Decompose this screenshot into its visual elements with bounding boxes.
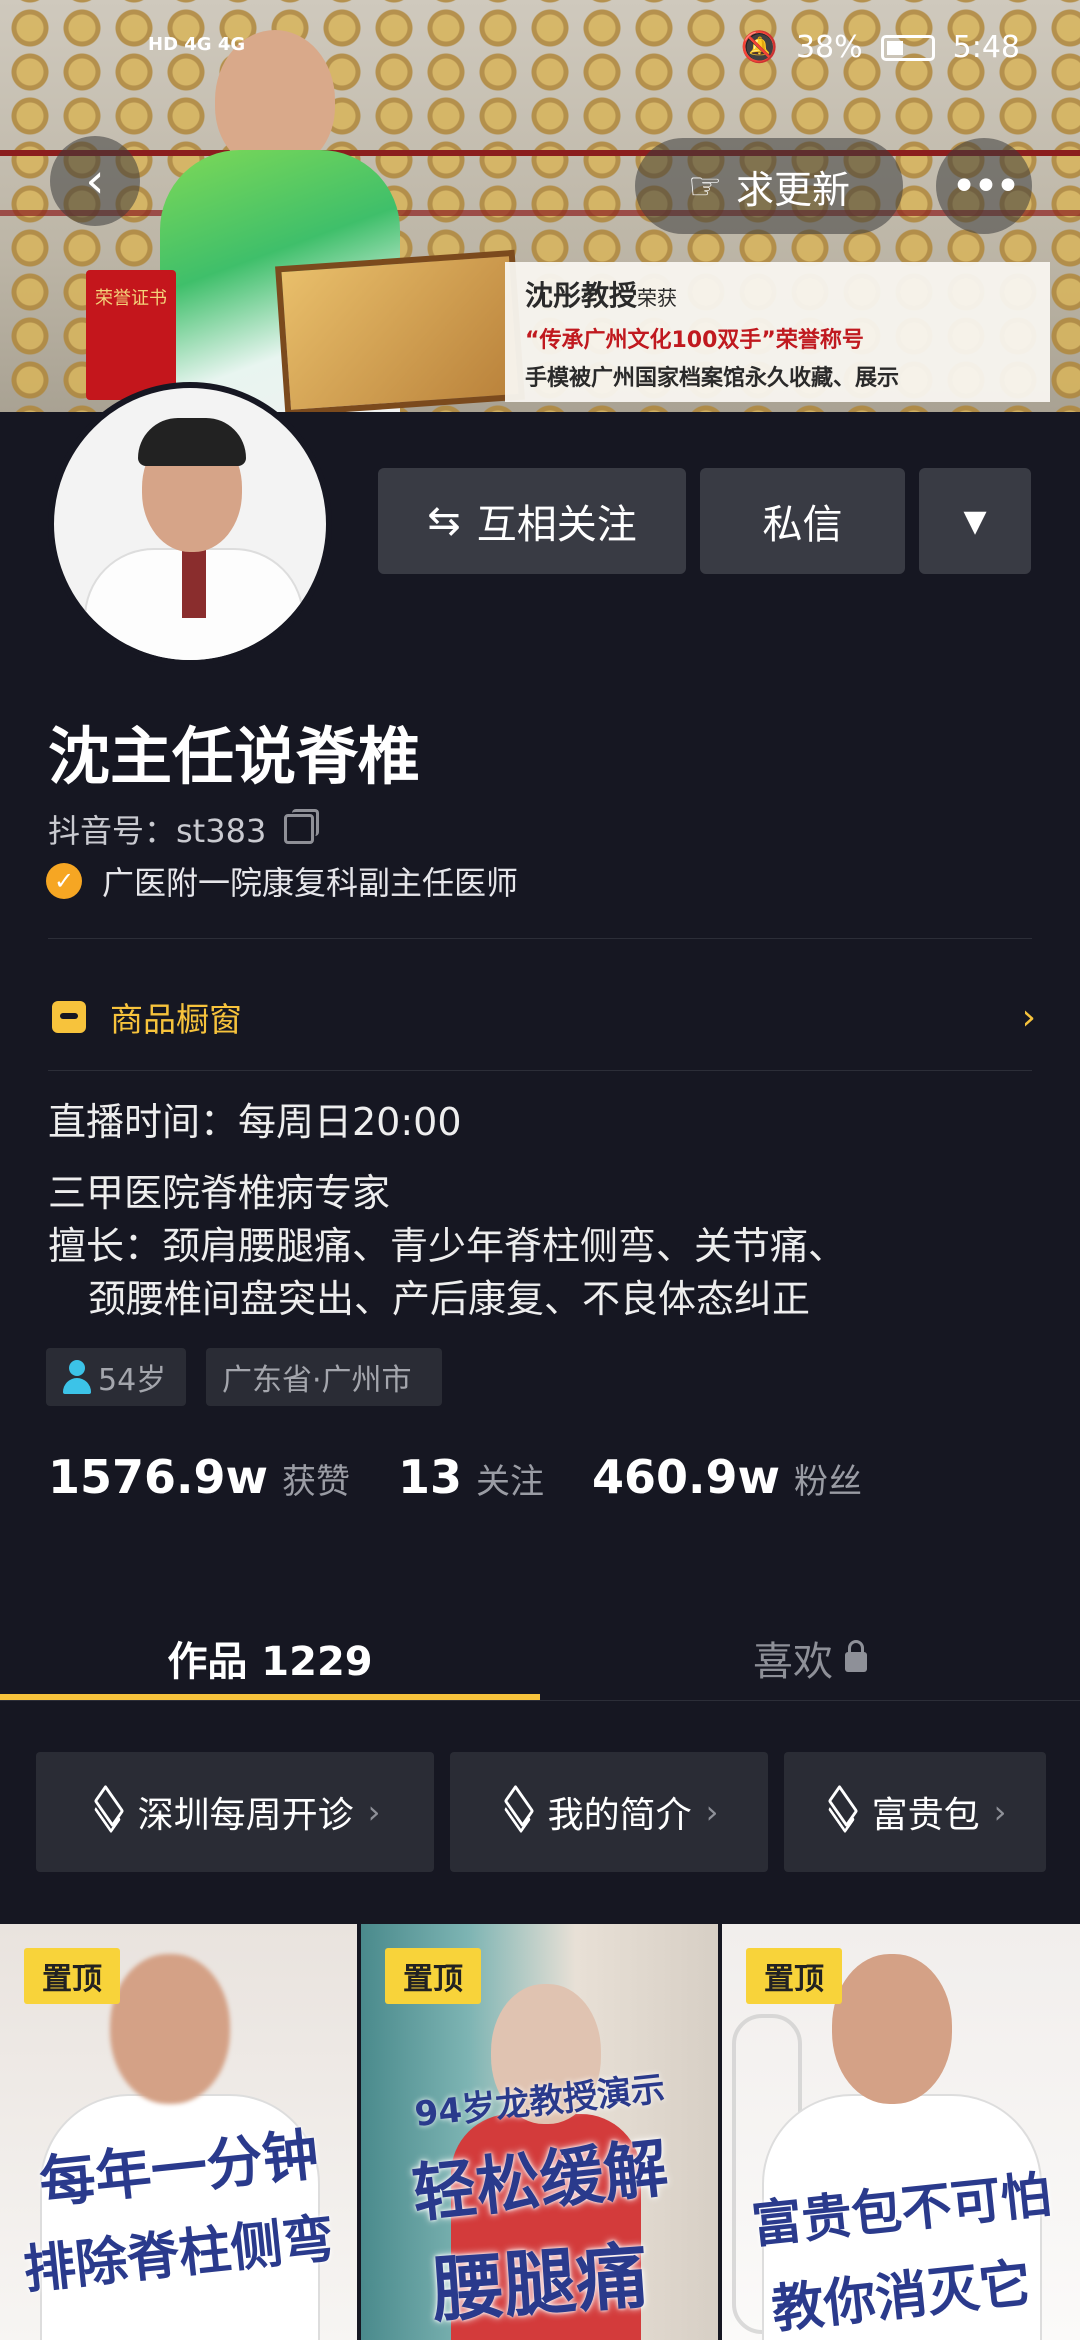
layers-icon xyxy=(90,1796,124,1828)
network-indicator: HD 4G 4G xyxy=(148,34,246,55)
location-tag: 广东省·广州市 xyxy=(206,1348,442,1406)
mutual-follow-label: 互相关注 xyxy=(476,502,637,548)
tab-works-label: 作品 1229 xyxy=(167,1639,373,1685)
handprint-plaque xyxy=(275,249,525,412)
battery-icon xyxy=(880,34,935,61)
verified-check-icon: ✓ xyxy=(46,863,82,899)
message-button[interactable]: 私信 xyxy=(700,468,905,574)
following-count: 13 xyxy=(398,1450,463,1504)
layers-icon xyxy=(500,1796,534,1828)
bio-line: 颈腰椎间盘突出、产后康复、不良体态纠正 xyxy=(88,1277,811,1321)
video-thumbnail[interactable]: 置顶 每年一分钟 排除脊柱侧弯 xyxy=(0,1924,357,2340)
bio: 直播时间：每周日20:00 三甲医院脊椎病专家 擅长：颈肩腰腿痛、青少年脊柱侧弯… xyxy=(48,1096,846,1326)
stats-row: 1576.9w 获赞 13 关注 460.9w 粉丝 xyxy=(48,1450,910,1504)
collection-label: 富贵包 xyxy=(871,1795,980,1836)
douyin-id: 抖音号：st383 xyxy=(48,812,267,850)
chevron-right-icon: › xyxy=(993,1793,1007,1831)
tab-works[interactable]: 作品 1229 xyxy=(0,1610,540,1706)
caption-line-3: 手模被广州国家档案馆永久收藏、展示 xyxy=(525,366,900,391)
followers-label: 粉丝 xyxy=(794,1462,863,1502)
pointing-hand-icon: ☞ xyxy=(687,164,723,208)
status-bar: HD 4G 4G 🔕 38% 5:48 xyxy=(0,30,1080,80)
request-update-label: 求更新 xyxy=(736,167,851,212)
battery-percent: 38% xyxy=(795,30,863,65)
person-icon xyxy=(62,1360,92,1394)
likes-label: 获赞 xyxy=(282,1462,351,1502)
bio-line: 三甲医院脊椎病专家 xyxy=(48,1171,391,1215)
chevron-right-icon: › xyxy=(367,1793,381,1831)
copy-icon[interactable] xyxy=(284,809,320,844)
message-label: 私信 xyxy=(762,502,843,548)
age-text: 54岁 xyxy=(98,1363,167,1398)
certificate-book: 荣誉证书 xyxy=(86,270,176,400)
caption-name: 沈彤教授 xyxy=(525,279,638,312)
collection-label: 我的简介 xyxy=(547,1795,692,1836)
verification-text: 广医附一院康复科副主任医师 xyxy=(102,864,519,902)
video-thumbnail[interactable]: 置顶 富贵包不可怕 教你消灭它 xyxy=(722,1924,1080,2340)
clock: 5:48 xyxy=(952,30,1020,65)
mute-bell-icon: 🔕 xyxy=(740,30,778,65)
profile-nickname: 沈主任说脊椎 xyxy=(48,720,421,793)
following-stat[interactable]: 13 关注 xyxy=(398,1450,544,1504)
verification-row: ✓ 广医附一院康复科副主任医师 xyxy=(46,858,518,904)
ellipsis-icon: ••• xyxy=(951,160,1021,212)
layers-icon xyxy=(824,1796,858,1828)
certificate-text: 荣誉证书 xyxy=(95,288,167,309)
avatar[interactable] xyxy=(48,382,332,666)
back-button[interactable]: ‹ xyxy=(50,136,140,226)
content-tabs: 作品 1229 喜欢 xyxy=(0,1610,1080,1706)
followers-stat[interactable]: 460.9w 粉丝 xyxy=(592,1450,862,1504)
bio-line: 擅长：颈肩腰腿痛、青少年脊柱侧弯、关节痛、 xyxy=(48,1224,847,1268)
collection-button[interactable]: 深圳每周开诊 › xyxy=(36,1752,434,1872)
shop-window-row[interactable]: 商品橱窗 › xyxy=(52,992,1036,1042)
douyin-id-row[interactable]: 抖音号：st383 xyxy=(48,806,320,852)
lock-icon xyxy=(845,1640,867,1672)
collection-label: 深圳每周开诊 xyxy=(137,1795,354,1836)
followers-count: 460.9w xyxy=(592,1450,781,1504)
age-tag: 54岁 xyxy=(46,1348,186,1406)
divider xyxy=(0,1700,1080,1701)
recommend-dropdown-button[interactable]: ▼ xyxy=(919,468,1031,574)
pinned-badge: 置顶 xyxy=(24,1948,120,2004)
caption-suffix: 荣获 xyxy=(637,286,678,310)
tab-likes[interactable]: 喜欢 xyxy=(540,1610,1080,1706)
divider xyxy=(48,1070,1032,1071)
mutual-follow-button[interactable]: ⇆ 互相关注 xyxy=(378,468,686,574)
collection-button[interactable]: 我的简介 › xyxy=(450,1752,768,1872)
more-options-button[interactable]: ••• xyxy=(936,138,1032,234)
request-update-button[interactable]: ☞ 求更新 xyxy=(635,138,903,234)
caption-line-2: “传承广州文化100双手”荣誉称号 xyxy=(525,328,864,353)
banner-caption: 沈彤教授荣获 “传承广州文化100双手”荣誉称号 手模被广州国家档案馆永久收藏、… xyxy=(505,262,1050,402)
chevron-right-icon: › xyxy=(705,1793,719,1831)
shop-icon xyxy=(52,1001,86,1033)
chevron-right-icon: › xyxy=(1021,996,1036,1038)
back-arrow-icon: ‹ xyxy=(85,153,105,209)
bio-line: 直播时间：每周日20:00 xyxy=(48,1100,462,1144)
location-text: 广东省·广州市 xyxy=(222,1363,412,1398)
following-label: 关注 xyxy=(476,1462,545,1502)
collection-button[interactable]: 富贵包 › xyxy=(784,1752,1046,1872)
triangle-down-icon: ▼ xyxy=(963,503,987,539)
pinned-badge: 置顶 xyxy=(385,1948,481,2004)
likes-count: 1576.9w xyxy=(48,1450,269,1504)
pinned-badge: 置顶 xyxy=(746,1948,842,2004)
swap-arrows-icon: ⇆ xyxy=(427,498,461,544)
shop-window-label: 商品橱窗 xyxy=(110,1000,242,1039)
tab-likes-label: 喜欢 xyxy=(753,1639,833,1685)
divider xyxy=(48,938,1032,939)
video-thumbnail[interactable]: 置顶 94岁龙教授演示 轻松缓解 腰腿痛 xyxy=(361,1924,718,2340)
likes-stat[interactable]: 1576.9w 获赞 xyxy=(48,1450,350,1504)
